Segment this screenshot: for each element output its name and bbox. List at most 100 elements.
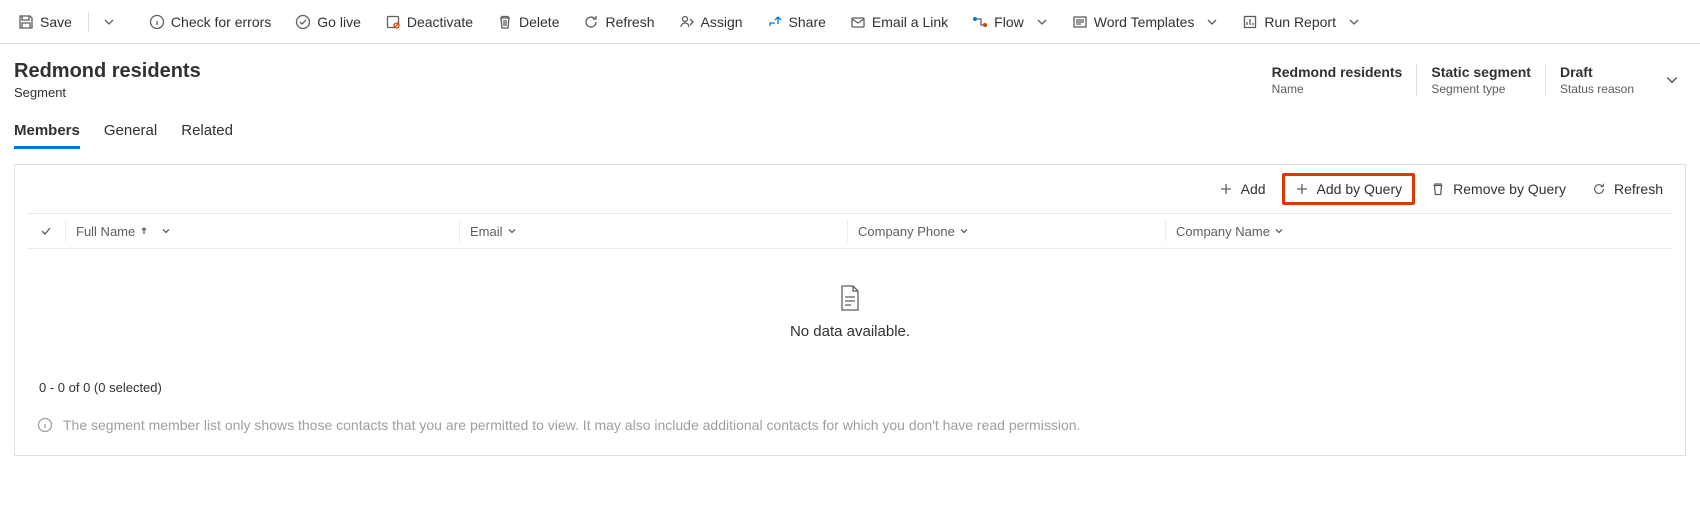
info-icon: [149, 14, 165, 30]
members-panel: Add Add by Query Remove by Query Refresh…: [14, 164, 1686, 456]
column-label: Full Name: [76, 224, 135, 239]
tab-general[interactable]: General: [104, 116, 157, 149]
assign-icon: [679, 14, 695, 30]
report-icon: [1242, 14, 1258, 30]
tabs: Members General Related: [0, 108, 1700, 150]
check-errors-button[interactable]: Check for errors: [139, 6, 281, 38]
column-company-name[interactable]: Company Name: [1165, 220, 1633, 242]
header-meta: Redmond residents Name Static segment Se…: [1258, 64, 1648, 96]
column-company-phone[interactable]: Company Phone: [847, 220, 1165, 242]
flow-label: Flow: [994, 14, 1024, 30]
row-count-status: 0 - 0 of 0 (0 selected): [15, 368, 1685, 407]
grid-refresh-label: Refresh: [1614, 181, 1663, 197]
deactivate-button[interactable]: Deactivate: [375, 6, 483, 38]
save-button[interactable]: Save: [8, 6, 82, 38]
email-icon: [850, 14, 866, 30]
assign-label: Assign: [701, 14, 743, 30]
flow-button[interactable]: Flow: [962, 6, 1058, 38]
meta-value: Static segment: [1431, 64, 1531, 80]
trash-icon: [1431, 182, 1445, 196]
chevron-down-icon: [959, 226, 969, 236]
refresh-icon: [583, 14, 599, 30]
chevron-down-icon: [161, 226, 171, 236]
deactivate-icon: [385, 14, 401, 30]
refresh-icon: [1592, 182, 1606, 196]
chevron-down-icon: [1348, 16, 1360, 28]
meta-name: Redmond residents Name: [1258, 64, 1417, 96]
save-label: Save: [40, 14, 72, 30]
chevron-down-icon: [103, 16, 115, 28]
tab-related[interactable]: Related: [181, 116, 233, 149]
info-message: The segment member list only shows those…: [63, 417, 1080, 433]
column-label: Email: [470, 224, 503, 239]
share-button[interactable]: Share: [757, 6, 836, 38]
separator: [88, 12, 89, 32]
title-block: Redmond residents Segment: [14, 60, 201, 100]
save-icon: [18, 14, 34, 30]
meta-label: Status reason: [1560, 82, 1634, 96]
document-icon: [839, 285, 861, 311]
column-full-name[interactable]: Full Name: [65, 220, 459, 242]
column-label: Company Phone: [858, 224, 955, 239]
info-icon: [37, 417, 53, 433]
flow-icon: [972, 14, 988, 30]
meta-value: Draft: [1560, 64, 1634, 80]
email-link-label: Email a Link: [872, 14, 948, 30]
empty-state: No data available.: [15, 249, 1685, 368]
page-title: Redmond residents: [14, 60, 201, 83]
empty-message: No data available.: [790, 323, 910, 340]
go-live-label: Go live: [317, 14, 361, 30]
plus-icon: [1219, 182, 1233, 196]
refresh-label: Refresh: [605, 14, 654, 30]
run-report-button[interactable]: Run Report: [1232, 6, 1370, 38]
select-all-column[interactable]: [27, 220, 65, 242]
grid-toolbar: Add Add by Query Remove by Query Refresh: [15, 165, 1685, 209]
chevron-down-icon: [1206, 16, 1218, 28]
assign-button[interactable]: Assign: [669, 6, 753, 38]
meta-label: Name: [1272, 82, 1403, 96]
record-header: Redmond residents Segment Redmond reside…: [0, 44, 1700, 108]
column-label: Company Name: [1176, 224, 1270, 239]
go-live-button[interactable]: Go live: [285, 6, 371, 38]
check-errors-label: Check for errors: [171, 14, 271, 30]
chevron-down-icon: [1036, 16, 1048, 28]
share-label: Share: [789, 14, 826, 30]
email-link-button[interactable]: Email a Link: [840, 6, 958, 38]
remove-by-query-label: Remove by Query: [1453, 181, 1566, 197]
add-label: Add: [1241, 181, 1266, 197]
delete-button[interactable]: Delete: [487, 6, 569, 38]
add-by-query-label: Add by Query: [1317, 181, 1403, 197]
save-dropdown[interactable]: [95, 6, 123, 38]
command-bar: Save Check for errors Go live Deactivate…: [0, 0, 1700, 44]
deactivate-label: Deactivate: [407, 14, 473, 30]
chevron-down-icon: [1665, 73, 1679, 87]
tab-members[interactable]: Members: [14, 116, 80, 149]
check-icon: [39, 224, 53, 238]
word-icon: [1072, 14, 1088, 30]
header-expand[interactable]: [1658, 64, 1686, 96]
delete-label: Delete: [519, 14, 559, 30]
column-email[interactable]: Email: [459, 220, 847, 242]
chevron-down-icon: [507, 226, 517, 236]
sort-asc-icon: [139, 226, 149, 236]
entity-name: Segment: [14, 85, 201, 100]
plus-icon: [1295, 182, 1309, 196]
share-icon: [767, 14, 783, 30]
info-message-row: The segment member list only shows those…: [15, 407, 1685, 455]
grid-header: Full Name Email Company Phone Company Na…: [27, 213, 1673, 249]
add-by-query-button[interactable]: Add by Query: [1282, 173, 1416, 205]
chevron-down-icon: [1274, 226, 1284, 236]
word-templates-button[interactable]: Word Templates: [1062, 6, 1229, 38]
meta-label: Segment type: [1431, 82, 1531, 96]
run-report-label: Run Report: [1264, 14, 1336, 30]
remove-by-query-button[interactable]: Remove by Query: [1421, 173, 1576, 205]
refresh-button[interactable]: Refresh: [573, 6, 664, 38]
add-button[interactable]: Add: [1209, 173, 1276, 205]
grid-refresh-button[interactable]: Refresh: [1582, 173, 1673, 205]
trash-icon: [497, 14, 513, 30]
meta-status-reason: Draft Status reason: [1545, 64, 1648, 96]
meta-value: Redmond residents: [1272, 64, 1403, 80]
check-circle-icon: [295, 14, 311, 30]
word-templates-label: Word Templates: [1094, 14, 1195, 30]
meta-segment-type: Static segment Segment type: [1416, 64, 1545, 96]
